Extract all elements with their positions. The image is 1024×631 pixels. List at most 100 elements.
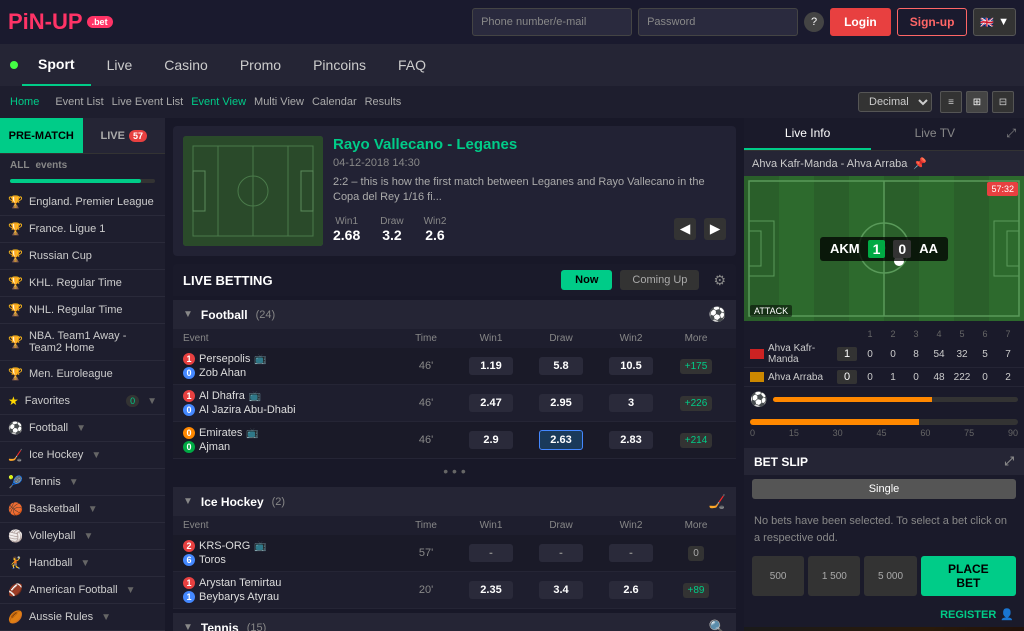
nav-sport[interactable]: Sport — [22, 44, 91, 86]
sidebar-item-american-football[interactable]: 🏈 American Football ▼ — [0, 577, 165, 604]
win1-odds[interactable]: Win1 2.68 — [333, 216, 360, 243]
sidebar-item-euroleague[interactable]: 🏆 Men. Euroleague — [0, 361, 165, 388]
next-match-button[interactable]: ▶ — [704, 218, 726, 240]
more-button[interactable]: 0 — [688, 546, 704, 561]
featured-match: Rayo Vallecano - Leganes 04-12-2018 14:3… — [173, 126, 736, 256]
nav-promo[interactable]: Promo — [224, 44, 297, 86]
sidebar-item-nba[interactable]: 🏆 NBA. Team1 Away - Team2 Home — [0, 324, 165, 361]
amount-500-button[interactable]: 500 — [752, 556, 804, 596]
more-button[interactable]: +226 — [680, 396, 713, 411]
sidebar-item-tennis[interactable]: 🎾 Tennis ▼ — [0, 469, 165, 496]
nav-live[interactable]: Live — [91, 44, 149, 86]
table-view-icon[interactable]: ⊟ — [992, 91, 1014, 113]
more-button[interactable]: +214 — [680, 433, 713, 448]
tennis-section-header[interactable]: ▼ Tennis (15) 🔍 — [173, 613, 736, 631]
draw-odd-button[interactable]: 3.4 — [539, 581, 583, 599]
more-button[interactable]: +89 — [683, 583, 710, 598]
live-tab[interactable]: LIVE 57 — [83, 118, 166, 153]
draw-odds[interactable]: Draw 3.2 — [380, 216, 403, 243]
list-view-icon[interactable]: ≡ — [940, 91, 962, 113]
sidebar-item-football[interactable]: ⚽ Football ▼ — [0, 415, 165, 442]
place-bet-button[interactable]: PLACE BET — [921, 556, 1016, 596]
win2-odd-button[interactable]: 2.6 — [609, 581, 653, 599]
draw-odd-button[interactable]: - — [539, 544, 583, 562]
live-info-tab[interactable]: Live Info — [744, 118, 871, 150]
nav-pincoins[interactable]: Pincoins — [297, 44, 382, 86]
win1-odd-button[interactable]: - — [469, 544, 513, 562]
live-betting-header: LIVE BETTING Now Coming Up ⚙ — [173, 264, 736, 296]
coming-up-button[interactable]: Coming Up — [620, 270, 699, 290]
sidebar-item-england-pl[interactable]: 🏆 England. Premier League — [0, 189, 165, 216]
win1-odd-button[interactable]: 2.35 — [469, 581, 513, 599]
win2-odd-button[interactable]: - — [609, 544, 653, 562]
featured-match-desc: 2:2 – this is how the first match betwee… — [333, 175, 726, 206]
breadcrumb-home[interactable]: Home — [10, 96, 39, 108]
phone-email-input[interactable] — [472, 8, 632, 36]
sidebar-item-volleyball[interactable]: 🏐 Volleyball ▼ — [0, 523, 165, 550]
signup-button[interactable]: Sign-up — [897, 8, 968, 36]
sidebar-item-favorites[interactable]: ★ Favorites 0 ▼ — [0, 388, 165, 415]
sidebar-item-ice-hockey[interactable]: 🏒 Ice Hockey ▼ — [0, 442, 165, 469]
tennis-section: ▼ Tennis (15) 🔍 Event Time Win1 Draw Win… — [173, 613, 736, 631]
more-matches-dots[interactable]: • • • — [173, 459, 736, 483]
grid-view-icon[interactable]: ⊞ — [966, 91, 988, 113]
win2-odd-button[interactable]: 10.5 — [609, 357, 653, 375]
win1-odd-button[interactable]: 1.19 — [469, 357, 513, 375]
password-input[interactable] — [638, 8, 798, 36]
language-selector[interactable]: 🇬🇧▼ — [973, 8, 1016, 36]
sidebar-item-khl[interactable]: 🏆 KHL. Regular Time — [0, 270, 165, 297]
pin-icon[interactable]: 📌 — [913, 157, 927, 170]
sidebar-item-handball[interactable]: 🤾 Handball ▼ — [0, 550, 165, 577]
expand-bet-slip-icon[interactable]: ⤢ — [1004, 454, 1014, 469]
pre-match-tab[interactable]: PRE-MATCH — [0, 118, 83, 153]
sidebar-item-basketball[interactable]: 🏀 Basketball ▼ — [0, 496, 165, 523]
draw-odd-button[interactable]: 2.63 — [539, 430, 583, 450]
single-bet-button[interactable]: Single — [752, 479, 1016, 499]
draw-odd-button[interactable]: 2.95 — [539, 394, 583, 412]
team2-stat6: 0 — [975, 372, 995, 383]
decimal-selector[interactable]: Decimal — [858, 92, 932, 112]
team1-short: AKM — [830, 241, 860, 256]
football-section-header[interactable]: ▼ Football (24) ⚽ — [173, 300, 736, 329]
win2-odd-button[interactable]: 2.83 — [609, 431, 653, 449]
now-button[interactable]: Now — [561, 270, 612, 290]
nav-casino[interactable]: Casino — [148, 44, 224, 86]
live-tv-tab[interactable]: Live TV — [871, 118, 998, 150]
win1-odd-button[interactable]: 2.9 — [469, 431, 513, 449]
settings-icon[interactable]: ⚙ — [713, 272, 726, 289]
login-button[interactable]: Login — [830, 8, 891, 36]
prev-match-button[interactable]: ◀ — [674, 218, 696, 240]
tennis-icon[interactable]: 🔍 — [709, 619, 726, 631]
breadcrumb-event-list[interactable]: Event List — [55, 96, 103, 108]
breadcrumb-multi-view[interactable]: Multi View — [254, 96, 304, 108]
draw-label: Draw — [380, 216, 403, 227]
sidebar-item-france-l1[interactable]: 🏆 France. Ligue 1 — [0, 216, 165, 243]
more-button[interactable]: +175 — [680, 359, 713, 374]
amount-5000-button[interactable]: 5 000 — [864, 556, 916, 596]
draw-odd-button[interactable]: 5.8 — [539, 357, 583, 375]
team2-label: Toros — [199, 554, 226, 566]
nav-faq[interactable]: FAQ — [382, 44, 442, 86]
win1-odd-button[interactable]: 2.47 — [469, 394, 513, 412]
amount-1500-button[interactable]: 1 500 — [808, 556, 860, 596]
breadcrumb-live-event-list[interactable]: Live Event List — [112, 96, 184, 108]
sidebar-item-russian-cup[interactable]: 🏆 Russian Cup — [0, 243, 165, 270]
win2-odd-button[interactable]: 3 — [609, 394, 653, 412]
tv-icon: 📺 — [246, 428, 258, 439]
ice-hockey-section-header[interactable]: ▼ Ice Hockey (2) 🏒 — [173, 487, 736, 516]
register-row[interactable]: REGISTER 👤 — [744, 602, 1024, 627]
match-timer: 57:32 — [987, 182, 1018, 196]
breadcrumb-calendar[interactable]: Calendar — [312, 96, 357, 108]
ice-hockey-icon[interactable]: 🏒 — [709, 493, 726, 510]
win2-odds[interactable]: Win2 2.6 — [424, 216, 447, 243]
football-settings-icon[interactable]: ⚽ — [709, 306, 726, 323]
sidebar-item-nhl[interactable]: 🏆 NHL. Regular Time — [0, 297, 165, 324]
chevron-down-icon: ▼ — [88, 504, 98, 515]
breadcrumb-event-view[interactable]: Event View — [191, 96, 246, 108]
help-button[interactable]: ? — [804, 12, 824, 32]
team2-num: 0 — [183, 441, 195, 453]
register-link[interactable]: REGISTER — [940, 609, 996, 621]
expand-icon[interactable]: ⤢ — [998, 118, 1024, 150]
breadcrumb-results[interactable]: Results — [365, 96, 402, 108]
all-events-row[interactable]: ALL events — [0, 154, 165, 177]
